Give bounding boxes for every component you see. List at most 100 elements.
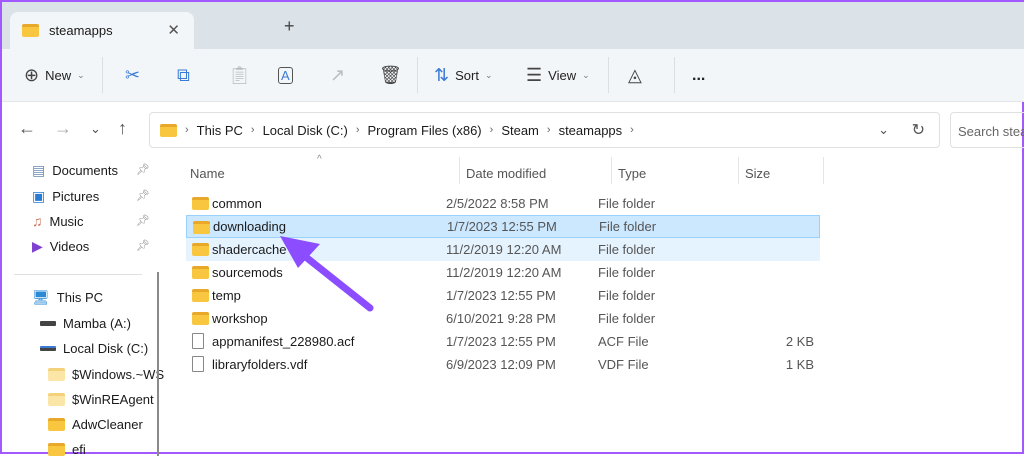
sidebar-item-local-disk-c[interactable]: Local Disk (C:) bbox=[40, 337, 148, 359]
share-button[interactable]: ↗ bbox=[330, 49, 345, 102]
more-options-button[interactable]: ... bbox=[692, 49, 705, 102]
pin-icon[interactable]: 📌︎ bbox=[136, 189, 150, 202]
sort-button[interactable]: ⇅ Sort ⌄ bbox=[434, 49, 492, 102]
breadcrumb-steamapps[interactable]: steamapps bbox=[559, 123, 623, 138]
pin-icon[interactable]: 📌︎ bbox=[136, 163, 150, 176]
filter-button[interactable]: ◬ bbox=[628, 49, 642, 102]
address-bar[interactable]: › This PC › Local Disk (C:) › Program File… bbox=[149, 112, 940, 148]
file-type: VDF File bbox=[598, 357, 649, 372]
delete-button[interactable]: 🗑︎ bbox=[379, 49, 402, 102]
file-row[interactable]: common 2/5/2022 8:58 PM File folder bbox=[186, 192, 820, 215]
sidebar-item-documents[interactable]: ▤ Documents bbox=[32, 159, 118, 181]
column-divider[interactable] bbox=[459, 157, 460, 184]
column-divider[interactable] bbox=[823, 157, 824, 184]
file-type: File folder bbox=[598, 242, 656, 257]
folder-icon bbox=[193, 221, 210, 237]
back-button[interactable]: ← bbox=[18, 118, 36, 139]
sort-icon: ⇅ bbox=[434, 65, 450, 85]
folder-icon bbox=[48, 392, 65, 406]
new-button[interactable]: ⊕ New ⌄ bbox=[24, 49, 85, 102]
divider bbox=[417, 57, 418, 93]
file-icon bbox=[192, 356, 204, 375]
folder-icon bbox=[192, 197, 209, 213]
file-size: 2 KB bbox=[785, 334, 814, 349]
documents-icon: ▤ bbox=[32, 161, 46, 178]
file-row[interactable]: sourcemods 11/2/2019 12:20 AM File folde… bbox=[186, 261, 820, 284]
breadcrumb-steam[interactable]: Steam bbox=[501, 123, 539, 138]
sidebar-item-pictures[interactable]: ▣ Pictures bbox=[32, 185, 99, 207]
file-type: File folder bbox=[599, 219, 657, 234]
column-divider[interactable] bbox=[611, 157, 612, 184]
sidebar-label: Music bbox=[49, 213, 84, 229]
sidebar-item-music[interactable]: ♫ Music bbox=[32, 210, 83, 232]
file-row[interactable]: appmanifest_228980.acf 1/7/2023 12:55 PM… bbox=[186, 330, 820, 353]
up-button[interactable]: ↑ bbox=[118, 118, 127, 139]
cut-button[interactable]: ✂ bbox=[125, 49, 140, 102]
pin-icon[interactable]: 📌︎ bbox=[136, 214, 150, 227]
column-header-name[interactable]: Name bbox=[190, 160, 225, 186]
sidebar-label: Documents bbox=[52, 162, 118, 178]
file-type: File folder bbox=[598, 288, 656, 303]
file-size: 1 KB bbox=[785, 357, 814, 372]
view-button[interactable]: ☰ View ⌄ bbox=[526, 49, 590, 102]
file-row[interactable]: temp 1/7/2023 12:55 PM File folder bbox=[186, 284, 820, 307]
command-bar: ⊕ New ⌄ ✂ ⧉ 📋︎ A ↗ 🗑︎ ⇅ Sort ⌄ ☰ View ⌄ ◬ ... bbox=[2, 49, 1024, 102]
sidebar-item-windows-ws[interactable]: $Windows.~WS bbox=[48, 363, 164, 385]
tab-steamapps[interactable]: steamapps ✕ bbox=[10, 12, 194, 49]
folder-icon bbox=[192, 243, 209, 259]
share-icon: ↗ bbox=[330, 65, 346, 85]
file-name: appmanifest_228980.acf bbox=[212, 334, 355, 349]
sidebar-label: efi bbox=[72, 441, 86, 457]
recent-locations-button[interactable]: ⌄ bbox=[90, 121, 101, 137]
breadcrumb-this-pc[interactable]: This PC bbox=[197, 123, 243, 138]
sidebar-label: This PC bbox=[56, 289, 104, 305]
sort-label: Sort bbox=[455, 68, 479, 83]
new-tab-button[interactable]: + bbox=[284, 16, 295, 37]
folder-icon bbox=[160, 123, 177, 137]
drive-icon bbox=[40, 320, 56, 326]
file-name: temp bbox=[212, 288, 241, 303]
column-header-date[interactable]: Date modified bbox=[466, 160, 546, 186]
sidebar-item-adwcleaner[interactable]: AdwCleaner bbox=[48, 413, 143, 435]
plus-circle-icon: ⊕ bbox=[24, 65, 40, 85]
sidebar-label: AdwCleaner bbox=[72, 416, 143, 432]
sidebar-label: $WinREAgent bbox=[72, 391, 154, 407]
file-name: libraryfolders.vdf bbox=[212, 357, 308, 372]
scissors-icon: ✂ bbox=[125, 65, 141, 85]
file-row[interactable]: workshop 6/10/2021 9:28 PM File folder bbox=[186, 307, 820, 330]
file-row[interactable]: shadercache 11/2/2019 12:20 AM File fold… bbox=[186, 238, 820, 261]
file-row[interactable]: downloading 1/7/2023 12:55 PM File folde… bbox=[186, 215, 820, 238]
file-row[interactable]: libraryfolders.vdf 6/9/2023 12:09 PM VDF… bbox=[186, 353, 820, 376]
column-header-type[interactable]: Type bbox=[618, 160, 646, 186]
close-tab-icon[interactable]: ✕ bbox=[167, 21, 180, 39]
file-name: workshop bbox=[212, 311, 268, 326]
sidebar-item-this-pc[interactable]: 🖥︎ This PC bbox=[32, 286, 103, 308]
chevron-right-icon: › bbox=[250, 124, 255, 136]
folder-icon bbox=[48, 367, 65, 381]
sidebar-item-winreagent[interactable]: $WinREAgent bbox=[48, 388, 154, 410]
breadcrumb-program-files[interactable]: Program Files (x86) bbox=[368, 123, 482, 138]
column-header-size[interactable]: Size bbox=[745, 160, 770, 186]
folder-icon bbox=[192, 266, 209, 282]
sidebar-scrollbar[interactable] bbox=[157, 272, 159, 456]
pin-icon[interactable]: 📌︎ bbox=[136, 239, 150, 252]
music-icon: ♫ bbox=[32, 213, 43, 229]
file-name: common bbox=[212, 196, 262, 211]
copy-button[interactable]: ⧉ bbox=[177, 49, 190, 102]
tab-bar: steamapps ✕ + bbox=[2, 2, 1024, 49]
file-name: sourcemods bbox=[212, 265, 283, 280]
breadcrumb-local-disk[interactable]: Local Disk (C:) bbox=[263, 123, 348, 138]
address-dropdown-icon[interactable]: ⌄ bbox=[878, 122, 889, 138]
forward-button[interactable]: → bbox=[54, 118, 72, 139]
file-date: 11/2/2019 12:20 AM bbox=[446, 265, 562, 280]
rename-button[interactable]: A bbox=[278, 49, 293, 102]
folder-icon bbox=[192, 312, 209, 328]
refresh-icon[interactable]: ↻ bbox=[912, 120, 925, 140]
sidebar-item-efi[interactable]: efi bbox=[48, 438, 86, 460]
sidebar-item-videos[interactable]: ▶ Videos bbox=[32, 235, 89, 257]
column-divider[interactable] bbox=[738, 157, 739, 184]
paste-button[interactable]: 📋︎ bbox=[228, 49, 251, 102]
sidebar-item-mamba-a[interactable]: Mamba (A:) bbox=[40, 312, 131, 334]
divider bbox=[608, 57, 609, 93]
search-input[interactable]: Search steamapps bbox=[950, 112, 1024, 148]
